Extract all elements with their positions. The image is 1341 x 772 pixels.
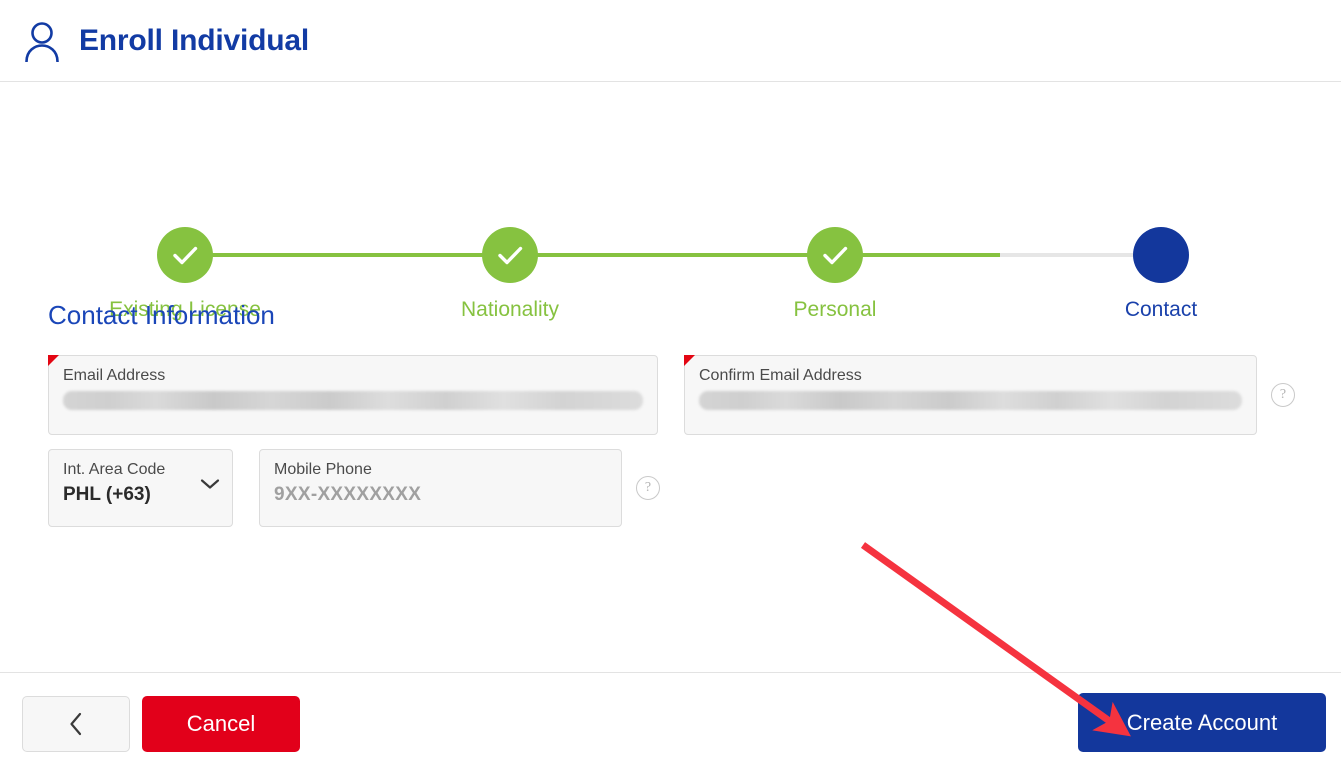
email-address-label: Email Address: [63, 367, 166, 384]
email-row: Email Address Confirm Email Address ?: [0, 355, 1341, 435]
person-icon: [22, 20, 62, 63]
page-header: Enroll Individual: [0, 0, 1341, 82]
cancel-button[interactable]: Cancel: [142, 696, 300, 752]
phone-row: Int. Area Code PHL (+63) Mobile Phone 9X…: [0, 449, 1341, 527]
confirm-email-address-field[interactable]: Confirm Email Address: [684, 355, 1257, 435]
step-circle-current: [1133, 227, 1189, 283]
chevron-down-icon[interactable]: [200, 478, 220, 490]
int-area-code-label: Int. Area Code: [63, 461, 166, 478]
form-footer: Cancel Create Account: [0, 672, 1341, 772]
step-circle-complete: [807, 227, 863, 283]
email-address-field[interactable]: Email Address: [48, 355, 658, 435]
page-title: Enroll Individual: [79, 23, 309, 57]
int-area-code-value: PHL (+63): [63, 484, 151, 505]
confirm-email-address-label: Confirm Email Address: [699, 367, 862, 384]
contact-information-form: Contact Information Email Address Confir…: [0, 300, 1341, 541]
mobile-phone-placeholder: 9XX-XXXXXXXX: [274, 484, 422, 505]
confirm-email-address-value-redacted: [699, 391, 1242, 410]
check-icon: [498, 246, 523, 265]
int-area-code-select[interactable]: Int. Area Code PHL (+63): [48, 449, 233, 527]
back-button[interactable]: [22, 696, 130, 752]
mobile-phone-label: Mobile Phone: [274, 461, 372, 478]
email-address-value-redacted: [63, 391, 643, 410]
step-circle-complete: [482, 227, 538, 283]
check-icon: [823, 246, 848, 265]
mobile-phone-field[interactable]: Mobile Phone 9XX-XXXXXXXX: [259, 449, 622, 527]
section-title: Contact Information: [48, 300, 275, 330]
step-circle-complete: [157, 227, 213, 283]
create-account-button[interactable]: Create Account: [1078, 693, 1326, 752]
progress-stepper: Existing License Nationality Personal Co…: [0, 107, 1341, 321]
chevron-left-icon: [70, 712, 82, 736]
question-mark-icon[interactable]: ?: [636, 476, 660, 500]
question-mark-icon[interactable]: ?: [1271, 383, 1295, 407]
check-icon: [173, 246, 198, 265]
